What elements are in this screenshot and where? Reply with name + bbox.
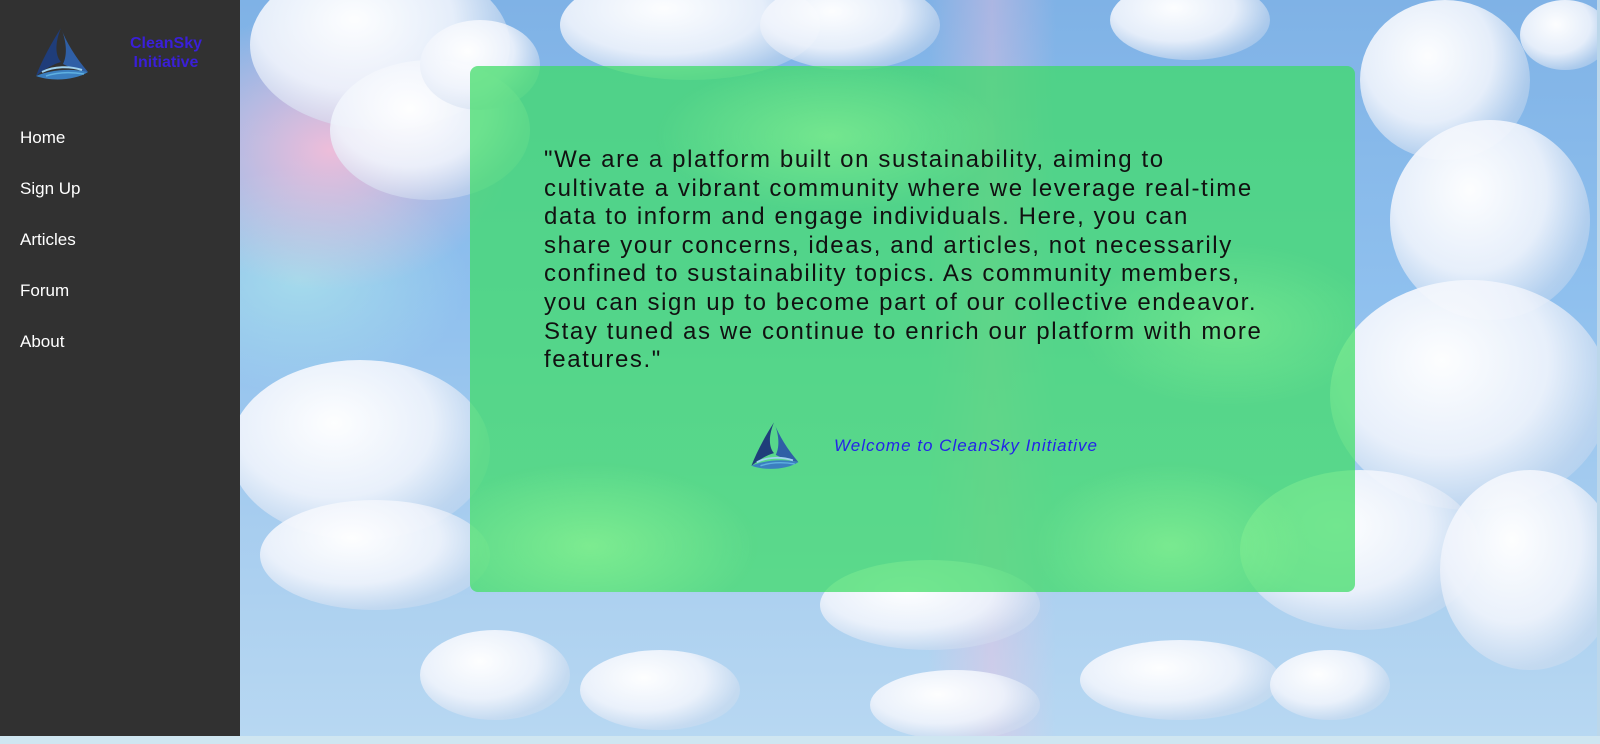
sidebar: CleanSky Initiative Home Sign Up Article…: [0, 0, 240, 736]
cloud: [1110, 0, 1270, 60]
cloud: [1080, 640, 1280, 720]
brand-name-line2: Initiative: [133, 54, 199, 71]
sidebar-item-articles[interactable]: Articles: [20, 230, 76, 250]
sidebar-item-home[interactable]: Home: [20, 128, 65, 148]
cloud: [870, 670, 1040, 740]
bottom-strip: [0, 736, 1600, 744]
triangle-swirl-logo-icon: [751, 422, 799, 469]
cloud: [1270, 650, 1390, 720]
sidebar-item-about[interactable]: About: [20, 332, 64, 352]
sidebar-item-sign-up[interactable]: Sign Up: [20, 179, 80, 199]
brand-name[interactable]: CleanSky Initiative: [112, 34, 220, 72]
brand-name-line1: CleanSky: [129, 35, 203, 52]
cloud: [420, 630, 570, 720]
cloud: [260, 500, 490, 610]
triangle-swirl-logo-icon[interactable]: [30, 24, 92, 82]
mission-panel: "We are a platform built on sustainabili…: [470, 66, 1355, 592]
cloud: [1440, 470, 1600, 670]
sidebar-item-forum[interactable]: Forum: [20, 281, 69, 301]
mission-statement: "We are a platform built on sustainabili…: [544, 146, 1263, 374]
welcome-text: Welcome to CleanSky Initiative: [834, 436, 1099, 455]
cloud: [580, 650, 740, 730]
cloud: [1520, 0, 1600, 70]
page: CleanSky Initiative Home Sign Up Article…: [0, 0, 1600, 744]
